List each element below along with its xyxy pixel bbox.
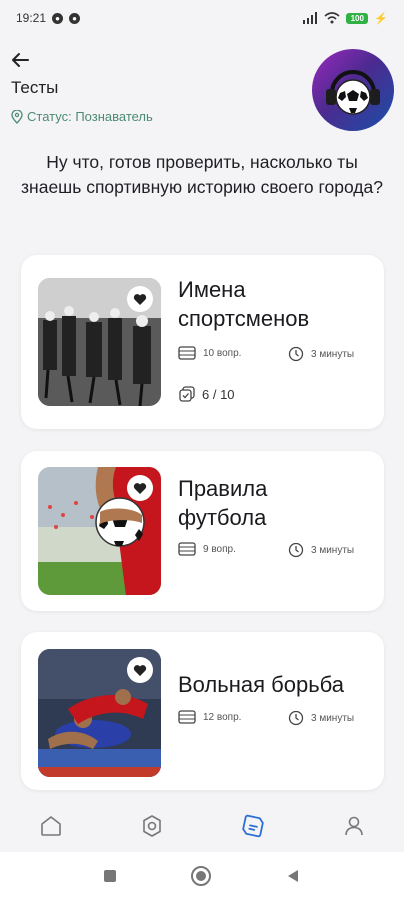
favorite-button[interactable] — [127, 475, 153, 501]
quiz-image — [38, 649, 161, 777]
duration: 3 минуты — [288, 346, 354, 362]
recents-button[interactable] — [104, 870, 116, 882]
profile-icon — [344, 816, 363, 836]
notification-icon: ● — [52, 12, 64, 24]
status-label: Статус: Познаватель — [27, 109, 153, 124]
quiz-title: Правила футбола — [178, 474, 267, 532]
quiz-title: Вольная борьба — [178, 670, 344, 699]
avatar[interactable] — [312, 49, 394, 131]
status-left: 19:21 ● ● — [16, 11, 81, 25]
badge-icon — [142, 815, 161, 837]
location-pin-icon — [11, 109, 23, 124]
status-bar: 19:21 ● ● 100 ⚡ — [0, 0, 404, 36]
wifi-icon — [324, 12, 340, 24]
soccer-ball-headphones-icon — [326, 70, 380, 115]
favorite-button[interactable] — [127, 286, 153, 312]
quiz-card-freestyle-wrestling[interactable]: Вольная борьба 12 вопр. 3 минуты — [21, 632, 384, 790]
duration: 3 минуты — [288, 710, 354, 726]
heart-icon — [133, 482, 147, 494]
list-icon — [178, 346, 196, 360]
progress-label: 6 / 10 — [202, 386, 235, 402]
duration-label: 3 минуты — [311, 348, 355, 360]
question-count-label: 10 вопр. — [203, 347, 242, 359]
status-time: 19:21 — [16, 11, 47, 25]
system-nav-bar — [0, 852, 404, 900]
quiz-title-line1: Имена — [178, 277, 246, 302]
question-count: 10 вопр. — [178, 346, 241, 360]
quiz-title-line2: футбола — [178, 505, 267, 530]
heart-icon — [133, 293, 147, 305]
heart-icon — [133, 664, 147, 676]
clock-icon — [288, 346, 304, 362]
list-icon — [178, 542, 196, 556]
question-count-label: 12 вопр. — [203, 711, 242, 723]
question-count: 9 вопр. — [178, 542, 236, 556]
page-title: Тесты — [11, 78, 59, 97]
user-status: Статус: Познаватель — [11, 109, 153, 124]
arrow-left-icon — [12, 53, 29, 67]
nav-badges[interactable] — [132, 806, 172, 846]
nav-home[interactable] — [31, 806, 71, 846]
question-count: 12 вопр. — [178, 710, 241, 724]
quiz-icon — [241, 814, 264, 838]
quiz-card-athlete-names[interactable]: Имена спортсменов 10 вопр. 3 минуты 6 / … — [21, 255, 384, 429]
question-count-label: 9 вопр. — [203, 543, 236, 555]
quiz-title-line1: Правила — [178, 476, 268, 501]
duration-label: 3 минуты — [311, 544, 355, 556]
signal-icon — [303, 12, 318, 24]
nav-quizzes[interactable] — [233, 806, 273, 846]
list-icon — [178, 710, 196, 724]
home-system-button[interactable] — [191, 866, 211, 886]
quiz-image — [38, 467, 161, 595]
quiz-progress: 6 / 10 — [178, 385, 235, 403]
quiz-card-football-rules[interactable]: Правила футбола 9 вопр. 3 минуты — [21, 451, 384, 611]
battery-icon: 100 — [346, 12, 369, 24]
quiz-title: Имена спортсменов — [178, 275, 309, 333]
intro-text: Ну что, готов проверить, насколько ты зн… — [21, 152, 383, 197]
clock-icon — [288, 542, 304, 558]
back-button[interactable] — [8, 48, 32, 72]
favorite-button[interactable] — [127, 657, 153, 683]
progress-icon — [179, 386, 195, 402]
quiz-image — [38, 278, 161, 406]
duration-label: 3 минуты — [311, 712, 355, 724]
header: Тесты Статус: Познаватель — [0, 44, 404, 144]
quiz-title-line1: Вольная борьба — [178, 672, 344, 697]
bottom-nav — [0, 800, 404, 852]
notification-icon-2: ● — [69, 12, 81, 24]
duration: 3 минуты — [288, 542, 354, 558]
status-right: 100 ⚡ — [302, 12, 388, 25]
nav-profile[interactable] — [334, 806, 374, 846]
back-system-button[interactable] — [286, 869, 300, 883]
quiz-title-line2: спортсменов — [178, 306, 310, 331]
charging-icon: ⚡ — [374, 12, 388, 25]
clock-icon — [288, 710, 304, 726]
home-icon — [40, 816, 61, 836]
